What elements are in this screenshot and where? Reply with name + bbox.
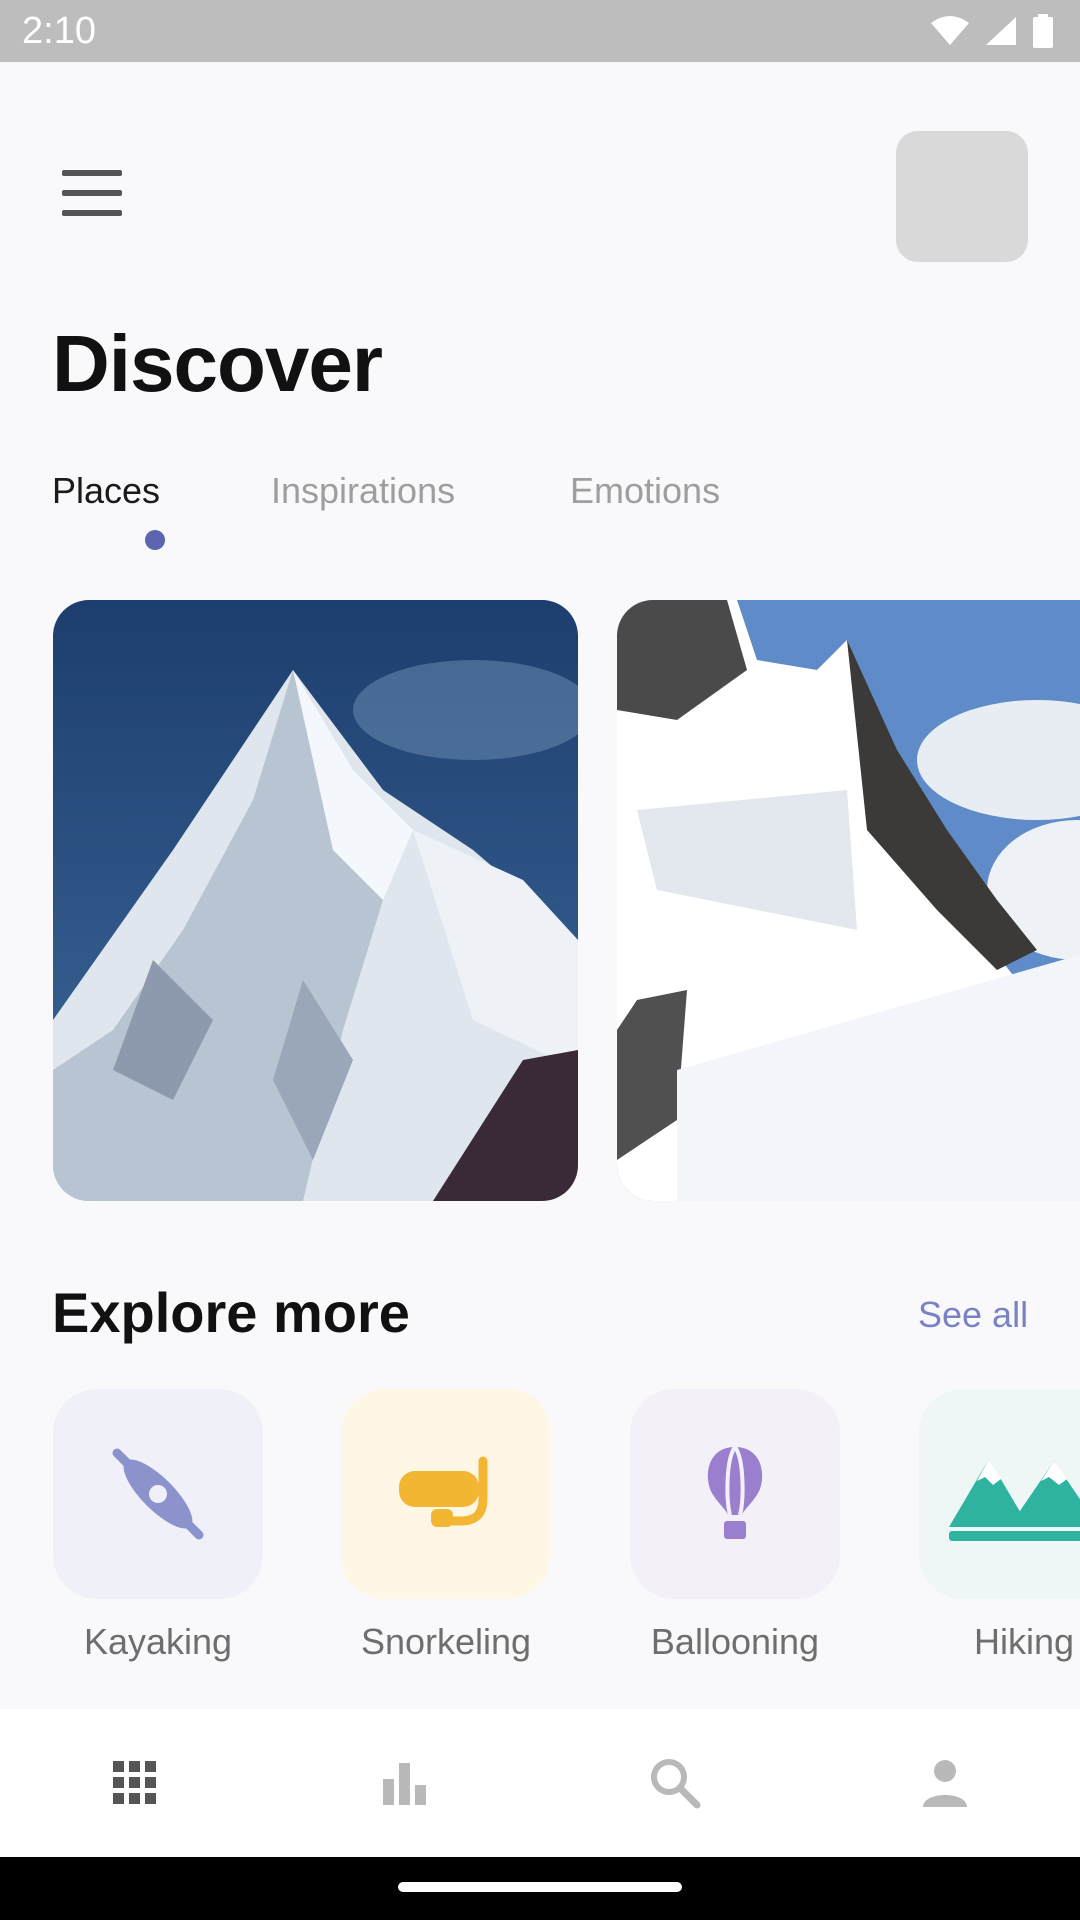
place-card[interactable]	[53, 600, 578, 1201]
activity-label: Ballooning	[650, 1621, 820, 1662]
tab-places[interactable]: Places	[52, 470, 160, 512]
activity-ballooning[interactable]: Ballooning	[630, 1389, 840, 1663]
snorkel-mask-icon	[399, 1456, 488, 1527]
section-title: Explore more	[52, 1281, 410, 1344]
activity-label: Kayaking	[83, 1621, 233, 1662]
activity-label: Snorkeling	[360, 1621, 532, 1662]
hot-air-balloon-icon	[707, 1445, 763, 1539]
mountain-peak-image	[53, 600, 578, 1201]
bar-chart-icon[interactable]	[375, 1753, 435, 1813]
menu-icon[interactable]	[58, 170, 126, 226]
activity-snorkeling[interactable]: Snorkeling	[341, 1389, 551, 1663]
activity-kayaking[interactable]: Kayaking	[53, 1389, 263, 1663]
active-tab-indicator	[145, 530, 165, 550]
avatar[interactable]	[896, 131, 1028, 262]
system-navigation-bar	[0, 1857, 1080, 1920]
grid-icon[interactable]	[105, 1753, 165, 1813]
snowy-ridge-image	[617, 600, 1080, 1201]
see-all-link[interactable]: See all	[918, 1294, 1028, 1336]
activity-label: Hiking	[973, 1621, 1075, 1662]
status-bar: 2:10	[0, 0, 1080, 62]
cellular-signal-icon	[986, 17, 1016, 45]
page-title: Discover	[52, 319, 383, 408]
place-card[interactable]	[617, 600, 1080, 1201]
activity-tile[interactable]	[341, 1389, 551, 1599]
battery-icon	[1033, 14, 1053, 48]
activity-tile[interactable]	[53, 1389, 263, 1599]
status-time: 2:10	[22, 10, 96, 52]
mountains-icon	[949, 1459, 1080, 1541]
wifi-icon	[931, 16, 969, 45]
tab-inspirations[interactable]: Inspirations	[271, 470, 455, 512]
profile-icon[interactable]	[915, 1753, 975, 1813]
home-gesture-bar[interactable]	[398, 1882, 682, 1892]
activity-hiking[interactable]: Hiking	[919, 1389, 1080, 1663]
kayak-icon	[112, 1448, 204, 1540]
search-icon[interactable]	[645, 1753, 705, 1813]
tab-emotions[interactable]: Emotions	[570, 470, 720, 512]
activity-tile[interactable]	[919, 1389, 1080, 1599]
bottom-navigation	[0, 1709, 1080, 1857]
activity-tile[interactable]	[630, 1389, 840, 1599]
